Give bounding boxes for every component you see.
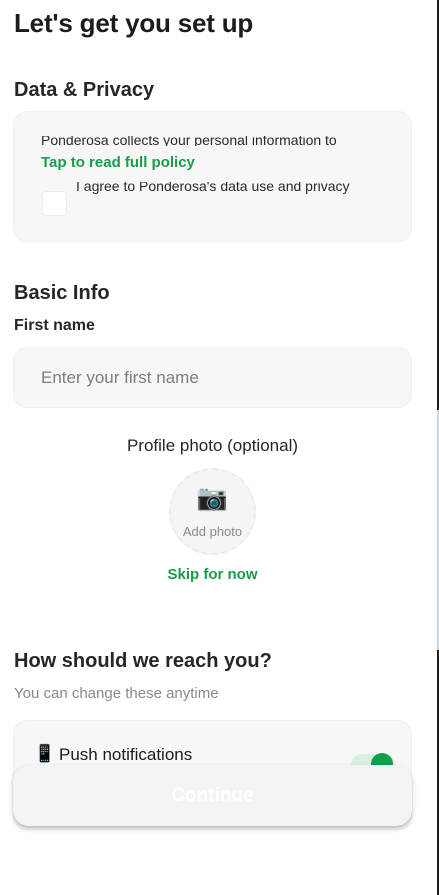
privacy-card: Ponderosa collects your personal informa… [13,111,412,242]
agree-checkbox[interactable] [42,191,67,216]
basic-info-heading: Basic Info [14,282,110,304]
continue-button[interactable]: Continue [13,765,412,826]
add-photo-label: Add photo [182,524,243,539]
contact-subtitle: You can change these anytime [14,685,219,702]
policy-snippet: Ponderosa collects your personal informa… [41,136,337,146]
first-name-label: First name [14,317,95,334]
read-full-policy-link[interactable]: Tap to read full policy [41,154,195,171]
contact-heading: How should we reach you? [14,650,272,672]
privacy-heading: Data & Privacy [14,79,155,101]
first-name-input[interactable] [13,347,412,408]
page-title: Let's get you set up [14,8,254,38]
phone-icon: 📱 [34,744,56,763]
agree-text: I agree to Ponderosa's data use and priv… [76,182,350,194]
camera-icon: 📷 [196,484,229,512]
setup-screen: Let's get you set up Data & Privacy Pond… [0,0,439,895]
skip-photo-link[interactable]: Skip for now [0,566,425,583]
profile-photo-label: Profile photo (optional) [126,436,299,455]
add-photo-button[interactable]: 📷 Add photo [169,468,256,555]
push-notifications-label: Push notifications [59,745,193,764]
